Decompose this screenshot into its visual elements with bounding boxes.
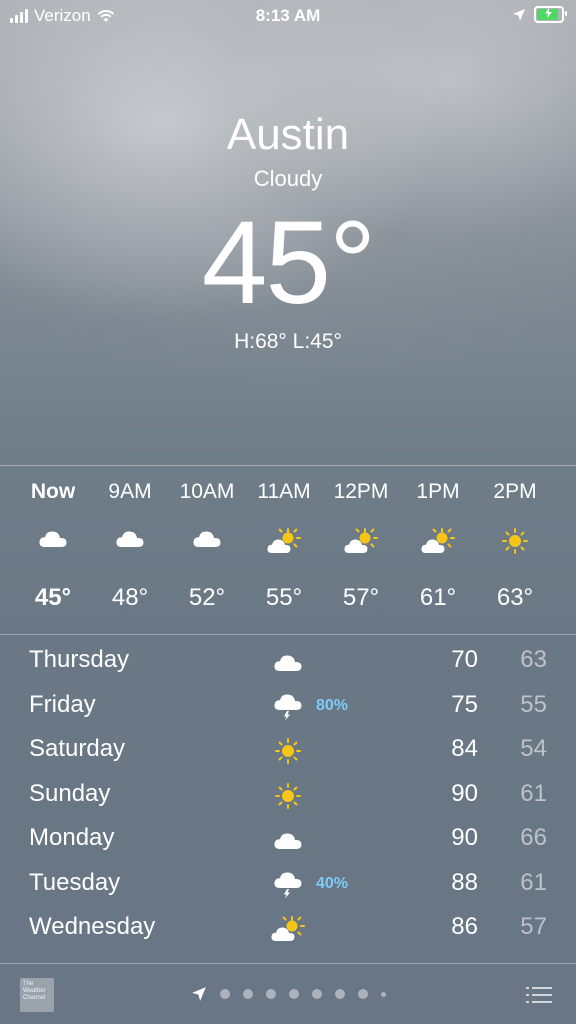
day-name: Saturday <box>29 735 126 762</box>
day-name: Thursday <box>29 646 130 673</box>
hour-time: 12PM <box>333 480 389 503</box>
page-dot <box>288 989 299 999</box>
sun-icon <box>552 528 576 554</box>
day-low: 66 <box>520 824 547 851</box>
page-dot <box>265 989 276 999</box>
cloud-icon <box>270 644 306 680</box>
day-low: 54 <box>520 735 547 762</box>
precip-chance: 40% <box>316 874 349 892</box>
day-high: 84 <box>451 735 478 762</box>
hour-temp: 61° <box>419 584 457 611</box>
cloud-icon <box>167 528 247 548</box>
page-dot <box>334 989 345 999</box>
page-dot <box>380 991 386 997</box>
day-row: Sunday 90 61 <box>0 774 576 819</box>
hour-temp: 52° <box>188 584 226 611</box>
day-high: 88 <box>451 868 478 896</box>
hour-time: 1PM <box>416 480 460 503</box>
status-bar: Verizon 8:13 AM <box>0 0 576 32</box>
partly-sunny-icon <box>321 528 401 554</box>
status-right <box>512 6 567 23</box>
day-low: 63 <box>520 646 547 673</box>
hour-temp: 45° <box>34 584 72 611</box>
hour-time: 10AM <box>179 480 235 503</box>
page-indicator[interactable] <box>0 986 576 1002</box>
daily-forecast[interactable]: Thursday 70 63 Friday 80% 75 55 Saturday <box>0 640 576 952</box>
sun-icon <box>270 778 306 814</box>
cloud-icon <box>13 528 93 548</box>
hour-temp: 48° <box>111 584 149 611</box>
thunderstorm-icon <box>270 689 306 725</box>
battery-icon <box>534 6 567 23</box>
partly-sunny-icon <box>244 528 324 554</box>
day-name: Friday <box>29 690 96 718</box>
page-dot <box>311 989 322 999</box>
day-low: 57 <box>520 913 547 940</box>
hour-temp: 6 <box>552 584 576 612</box>
hourly-forecast[interactable]: Now 45° 9AM 48° 10AM 52° 11AM 55° 12PM 5… <box>0 466 576 634</box>
city-name: Austin <box>226 110 350 159</box>
hour-temp: 63° <box>496 584 534 611</box>
hour-time: 3 <box>552 480 576 504</box>
bottom-bar-divider <box>0 963 576 964</box>
sun-icon <box>475 528 555 554</box>
day-name: Monday <box>29 824 115 851</box>
day-high: 90 <box>451 779 478 807</box>
bottom-bar: The Weather Channel <box>0 966 576 1024</box>
hour-time: Now <box>30 480 76 503</box>
page-dot <box>219 989 230 999</box>
day-high: 86 <box>451 913 478 940</box>
cloud-icon <box>270 822 306 858</box>
day-row: Wednesday 86 57 <box>0 907 576 952</box>
thunderstorm-icon <box>270 867 306 903</box>
day-high: 90 <box>451 824 478 851</box>
day-high: 75 <box>451 690 478 718</box>
day-name: Tuesday <box>29 868 121 896</box>
high-low-temperature: H:68° L:45° <box>234 330 342 353</box>
day-row: Tuesday 40% 88 61 <box>0 863 576 908</box>
day-name: Wednesday <box>29 913 156 940</box>
day-row: Monday 90 66 <box>0 818 576 863</box>
day-high: 70 <box>451 646 478 673</box>
hourly-bottom-divider <box>0 634 576 635</box>
current-temperature-value: 45° <box>201 197 376 329</box>
day-low: 61 <box>520 868 547 896</box>
location-arrow-icon <box>513 8 525 21</box>
partly-sunny-icon <box>270 911 306 947</box>
page-dot <box>242 989 253 999</box>
day-low: 55 <box>520 690 547 718</box>
day-row: Saturday 84 54 <box>0 729 576 774</box>
partly-sunny-icon <box>398 528 478 554</box>
page-dot <box>357 989 368 999</box>
sun-icon <box>270 733 306 769</box>
hour-time: 2PM <box>493 480 537 503</box>
day-row: Thursday 70 63 <box>0 640 576 685</box>
current-temperature: 45° <box>0 196 576 327</box>
hour-time: 9AM <box>108 480 152 503</box>
day-row: Friday 80% 75 55 <box>0 685 576 730</box>
hour-temp: 57° <box>342 584 380 611</box>
list-icon[interactable] <box>526 986 552 1004</box>
precip-chance: 80% <box>316 696 349 714</box>
current-condition: Cloudy <box>253 166 323 191</box>
cloud-icon <box>90 528 170 548</box>
hour-temp: 55° <box>265 584 303 611</box>
status-time: 8:13 AM <box>255 6 321 25</box>
day-name: Sunday <box>29 779 111 807</box>
location-arrow-icon <box>191 987 206 1001</box>
day-low: 61 <box>520 779 547 807</box>
hour-time: 11AM <box>257 480 311 503</box>
